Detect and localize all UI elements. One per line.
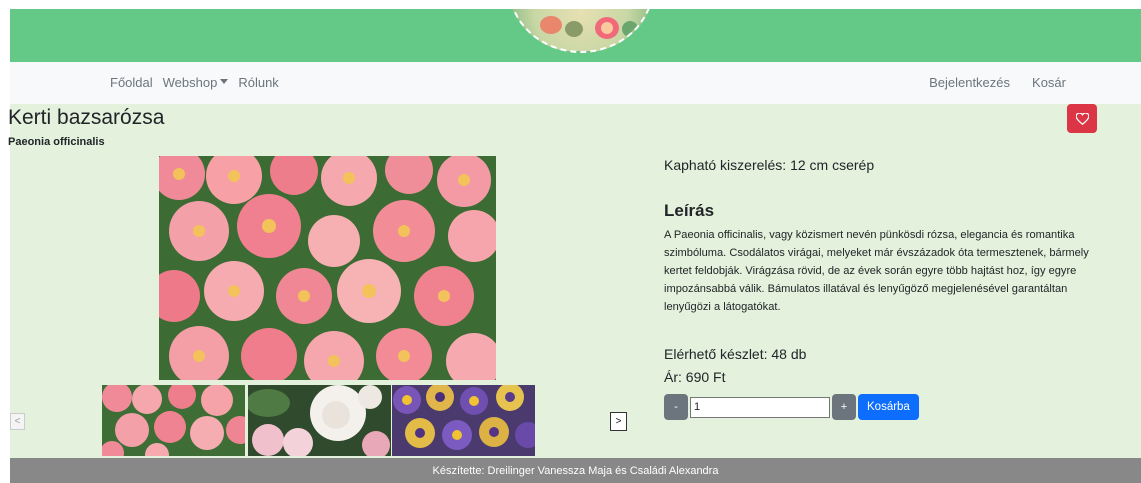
product-title: Kerti bazsarózsa — [8, 106, 165, 129]
product-packaging: Kapható kiszerelés: 12 cm cserép — [664, 157, 875, 173]
gallery-next-button[interactable]: > — [610, 412, 627, 431]
header-banner — [10, 9, 1141, 62]
nav-login-link[interactable]: Bejelentkezés — [929, 75, 1010, 90]
increase-quantity-button[interactable]: + — [832, 394, 856, 420]
thumbnail-purple-pansies[interactable] — [392, 385, 535, 456]
nav-cart-link[interactable]: Kosár — [1032, 75, 1066, 90]
gallery-prev-button[interactable]: < — [10, 413, 25, 430]
nav-webshop-label: Webshop — [162, 75, 218, 90]
product-page: Kerti bazsarózsa Paeonia officinalis < >… — [8, 104, 1141, 458]
decrease-quantity-button[interactable]: - — [664, 394, 688, 420]
quantity-controls: - 1 + Kosárba — [664, 394, 919, 420]
description-text: A Paeonia officinalis, vagy közismert ne… — [664, 229, 1089, 313]
top-navbar: Főoldal Webshop Rólunk Bejelentkezés Kos… — [10, 62, 1141, 104]
favorite-button[interactable] — [1067, 104, 1097, 133]
add-to-cart-button[interactable]: Kosárba — [858, 394, 919, 420]
nav-webshop-dropdown[interactable]: Webshop — [163, 75, 229, 90]
quantity-input[interactable]: 1 — [690, 396, 830, 418]
thumbnail-white-peonies[interactable] — [248, 385, 391, 456]
caret-down-icon — [220, 79, 229, 85]
thumbnail-pink-dahlias[interactable] — [102, 385, 245, 456]
page-footer: Készítette: Dreilinger Vanessza Maja és … — [10, 458, 1141, 483]
nav-home-link[interactable]: Főoldal — [110, 75, 153, 90]
product-main-image — [159, 156, 496, 380]
price-info: Ár: 690 Ft — [664, 369, 726, 385]
description-heading: Leírás — [664, 201, 715, 220]
heart-icon — [1075, 112, 1089, 125]
footer-credits: Készítette: Dreilinger Vanessza Maja és … — [432, 465, 719, 477]
site-logo[interactable] — [508, 9, 654, 53]
nav-about-link[interactable]: Rólunk — [238, 75, 278, 90]
stock-info: Elérhető készlet: 48 db — [664, 346, 807, 362]
product-latin-name: Paeonia officinalis — [8, 136, 105, 148]
